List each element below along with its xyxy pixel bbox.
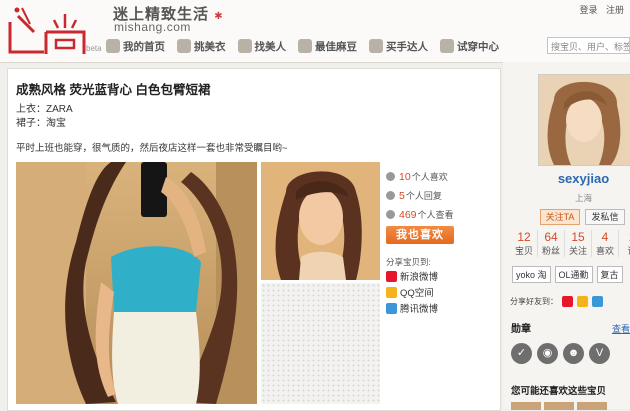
post-description: 平时上班也能穿，很气质的，然后夜店这样一套也非常受瞩目哟~ — [16, 143, 288, 154]
tag-item[interactable]: OL通勤 — [554, 266, 593, 283]
comment-icon — [386, 191, 395, 200]
user-tags: yoko 淘 OL通勤 复古 — [512, 266, 627, 283]
account-links: 登录 注册 — [573, 3, 624, 16]
person-badge-icon[interactable]: ☻ — [563, 343, 584, 364]
post-panel: 成熟风格 荧光蓝背心 白色包臂短裙 上衣：ZARA 裙子：淘宝 平时上班也能穿，… — [7, 68, 501, 411]
outfit-photo-main-art — [16, 162, 257, 404]
count-likes[interactable]: 4 喜欢 — [592, 230, 619, 257]
nav-item-clothes[interactable]: 挑美衣 — [177, 37, 226, 55]
weibo-icon — [386, 270, 397, 282]
badges-more-link[interactable]: 查看全 — [612, 322, 630, 335]
user-counts: 12宝贝 64粉丝 15关注 4喜欢 1评 — [511, 230, 630, 257]
hanger-icon — [177, 39, 191, 53]
v-badge-icon[interactable]: V — [589, 343, 610, 364]
likes-stat: 10 个人喜欢 — [386, 167, 496, 186]
outfit-photo-face[interactable] — [261, 162, 380, 280]
beta-label: beta — [86, 44, 102, 53]
nav-item-tryon[interactable]: 试穿中心 — [440, 37, 499, 55]
mirror-icon — [440, 39, 454, 53]
login-link[interactable]: 登录 — [579, 5, 597, 15]
nav-item-buyers[interactable]: 买手达人 — [369, 37, 428, 55]
weibo-icon[interactable] — [562, 296, 573, 307]
share-qzone[interactable]: QQ空间 — [386, 284, 496, 300]
may-like-title: 您可能还喜欢这些宝贝 — [511, 386, 607, 397]
search-input[interactable]: 搜宝贝、用户、标签 — [547, 37, 630, 54]
hand-icon — [369, 39, 383, 53]
username[interactable]: sexyjiao — [503, 171, 630, 186]
outfit-photo-face-art — [261, 162, 380, 280]
share-sina-weibo[interactable]: 新浪微博 — [386, 268, 496, 284]
like-button[interactable]: 我也喜欢 — [386, 226, 454, 244]
user-city: 上海 — [574, 193, 592, 203]
badges-row: ✓ ◉ ☻ V — [511, 343, 615, 364]
mishang-logo[interactable] — [4, 2, 86, 58]
profile-sidebar: sexyjiao 上海 关注TA 发私信 12 宝贝 64 粉丝 15 关注 4 喜欢 … — [503, 62, 630, 410]
top-brand: 上衣：ZARA — [16, 104, 73, 115]
badges-title: 勋章 — [511, 324, 531, 335]
main-nav: 我的首页 挑美衣 找美人 最佳麻豆 买手达人 试穿中心 — [106, 37, 511, 55]
follow-button[interactable]: 关注TA — [540, 209, 580, 225]
heart-icon — [386, 172, 395, 181]
outfit-photo-main[interactable] — [16, 162, 257, 404]
qzone-icon — [386, 286, 397, 298]
nav-item-people[interactable]: 找美人 — [237, 37, 286, 55]
person-icon — [237, 39, 252, 53]
top-bar: beta 迷上精致生活 ✱ mishang.com 登录 注册 我的首页 挑美衣… — [0, 0, 630, 63]
tag-item[interactable]: 复古 — [596, 266, 623, 283]
nav-item-home[interactable]: 我的首页 — [106, 37, 165, 55]
share-tencent-weibo[interactable]: 腾讯微博 — [386, 300, 496, 316]
qzone-icon[interactable] — [577, 296, 588, 307]
star-icon: ✱ — [214, 11, 224, 22]
home-icon — [106, 39, 120, 53]
avatar-art — [539, 75, 630, 165]
tencent-weibo-icon[interactable] — [592, 296, 603, 307]
stats-panel: 10 个人喜欢 5 个人回复 469 个人查看 我也喜欢 分享宝贝到: 新浪微博 QQ… — [386, 167, 496, 316]
nav-item-models[interactable]: 最佳麻豆 — [298, 37, 357, 55]
tencent-weibo-icon — [386, 302, 397, 314]
check-badge-icon[interactable]: ✓ — [511, 343, 532, 364]
eye-badge-icon[interactable]: ◉ — [537, 343, 558, 364]
views-stat: 469 个人查看 — [386, 205, 496, 224]
share-label: 分享宝贝到: — [386, 257, 431, 267]
share-friend-row: 分享好友到： — [510, 296, 603, 307]
count-fans[interactable]: 64 粉丝 — [538, 230, 565, 257]
skirt-brand: 裙子：淘宝 — [16, 118, 66, 129]
eye-icon — [386, 210, 395, 219]
post-title: 成熟风格 荧光蓝背心 白色包臂短裙 — [16, 83, 211, 97]
register-link[interactable]: 注册 — [606, 5, 624, 15]
count-following[interactable]: 15 关注 — [565, 230, 592, 257]
replies-stat: 5 个人回复 — [386, 186, 496, 205]
count-items[interactable]: 12 宝贝 — [511, 230, 538, 257]
avatar[interactable] — [538, 74, 630, 166]
photo-placeholder — [261, 283, 380, 404]
message-button[interactable]: 发私信 — [585, 209, 625, 225]
star-icon — [298, 39, 312, 53]
tag-item[interactable]: yoko 淘 — [512, 266, 551, 283]
count-comments[interactable]: 1评 — [619, 230, 630, 257]
site-domain: mishang.com — [114, 20, 191, 34]
